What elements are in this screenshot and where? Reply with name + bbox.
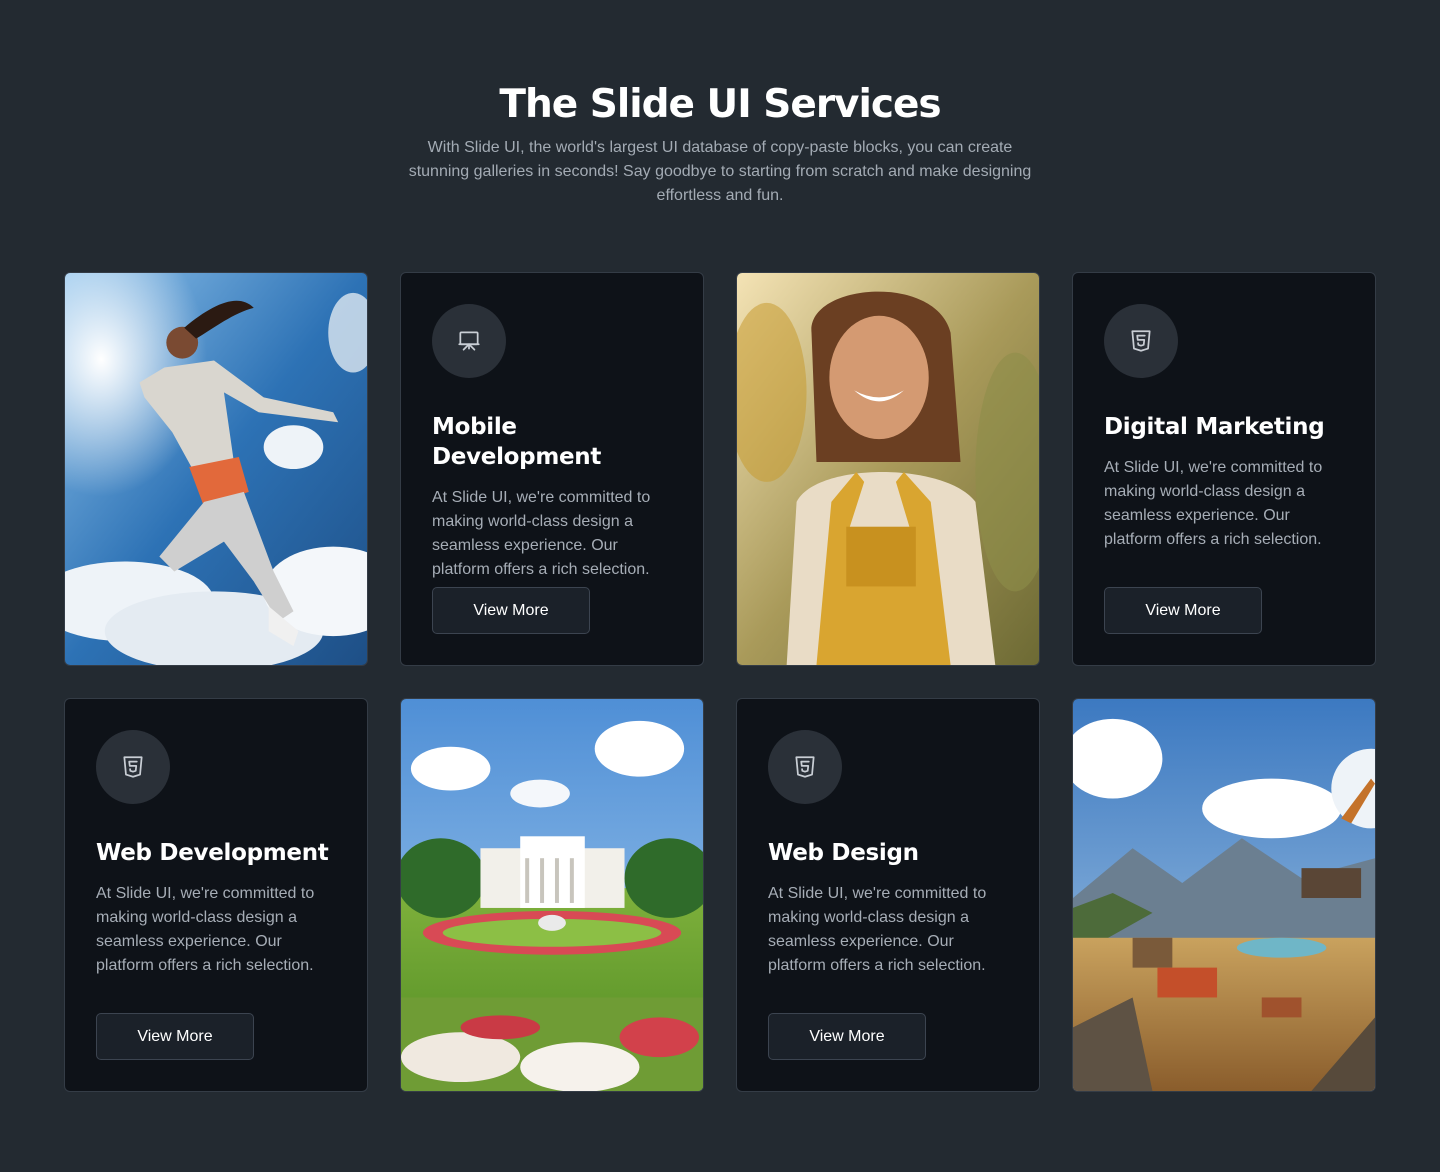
- card-title: Digital Marketing: [1104, 414, 1325, 440]
- mining-landscape-photo: [1072, 698, 1376, 1092]
- html5-icon: [96, 730, 170, 804]
- html5-icon: [1104, 304, 1178, 378]
- card-description: At Slide UI, we're committed to making w…: [96, 885, 315, 974]
- view-more-button[interactable]: View More: [432, 587, 590, 634]
- view-more-button[interactable]: View More: [768, 1013, 926, 1060]
- card-description: At Slide UI, we're committed to making w…: [1104, 459, 1323, 548]
- card-title: Web Design: [768, 840, 919, 866]
- card-description: At Slide UI, we're committed to making w…: [768, 885, 987, 974]
- service-card-mobile-development: Mobile Development At Slide UI, we're co…: [400, 272, 704, 666]
- service-card-digital-marketing: Digital Marketing At Slide UI, we're com…: [1072, 272, 1376, 666]
- card-description: At Slide UI, we're committed to making w…: [432, 489, 651, 578]
- woman-jumping-in-sky-photo: [64, 272, 368, 666]
- card-title: Web Development: [96, 840, 329, 866]
- html5-icon: [768, 730, 842, 804]
- services-grid: Mobile Development At Slide UI, we're co…: [64, 272, 1376, 1092]
- services-section: The Slide UI Services With Slide UI, the…: [0, 0, 1440, 1172]
- section-header: The Slide UI Services With Slide UI, the…: [0, 78, 1440, 208]
- section-title: The Slide UI Services: [499, 82, 941, 127]
- presentation-icon: [432, 304, 506, 378]
- card-title: Mobile Development: [432, 414, 602, 470]
- service-card-web-design: Web Design At Slide UI, we're committed …: [736, 698, 1040, 1092]
- service-card-web-development: Web Development At Slide UI, we're commi…: [64, 698, 368, 1092]
- white-house-garden-photo: [400, 698, 704, 1092]
- view-more-button[interactable]: View More: [1104, 587, 1262, 634]
- smiling-woman-in-field-photo: [736, 272, 1040, 666]
- view-more-button[interactable]: View More: [96, 1013, 254, 1060]
- section-subtitle: With Slide UI, the world's largest UI da…: [408, 139, 1032, 204]
